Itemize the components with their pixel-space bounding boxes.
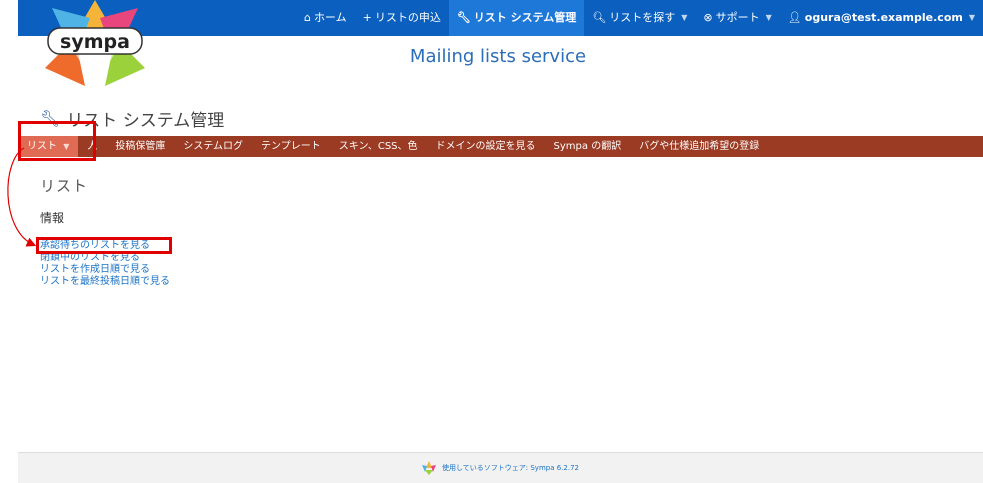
user-icon: 👤︎ (787, 11, 802, 24)
annotation-box-pending-link (36, 237, 172, 254)
nav-support[interactable]: ⊗ サポート ▼ (695, 0, 779, 36)
info-heading: 情報 (40, 211, 65, 225)
nav-search-list[interactable]: 🔍︎ リストを探す ▼ (584, 0, 695, 36)
link-lists-by-last-post[interactable]: リストを最終投稿日順で見る (40, 276, 170, 288)
service-title: Mailing lists service (409, 46, 587, 67)
tab-bug-report[interactable]: バグや仕様追加希望の登録 (630, 136, 768, 157)
tab-translation[interactable]: Sympa の翻訳 (545, 136, 631, 157)
logo-wordmark: sympa (60, 31, 130, 53)
wrench-icon: 🔧︎ (456, 11, 471, 24)
plus-icon: + (362, 11, 372, 24)
footer-software-link[interactable]: 使用しているソフトウェア: Sympa 6.2.72 (442, 463, 579, 473)
tab-skins[interactable]: スキン、CSS、色 (330, 136, 427, 157)
annotation-box-list-tab (18, 121, 96, 161)
chevron-down-icon: ▼ (765, 13, 772, 22)
section-title: リスト (40, 177, 89, 195)
nav-home[interactable]: ⌂ ホーム (296, 0, 355, 36)
nav-list-admin[interactable]: 🔧︎ リスト システム管理 (448, 0, 585, 36)
home-icon: ⌂ (303, 11, 311, 24)
search-icon: 🔍︎ (592, 11, 607, 24)
tab-templates[interactable]: テンプレート (252, 136, 330, 157)
footer: 使用しているソフトウェア: Sympa 6.2.72 (18, 452, 983, 483)
sympa-small-icon (421, 461, 436, 475)
admin-menu-bar: リスト ▼ 人 投稿保管庫 システムログ テンプレート スキン、CSS、色 ドメ… (18, 136, 983, 157)
top-navigation: ⌂ ホーム + リストの申込 🔧︎ リスト システム管理 🔍︎ リストを探す ▼… (18, 0, 983, 36)
tab-spool[interactable]: 投稿保管庫 (106, 136, 174, 157)
sympa-logo[interactable]: sympa (40, 0, 150, 88)
chevron-down-icon: ▼ (968, 13, 975, 22)
link-lists-by-creation[interactable]: リストを作成日順で見る (40, 264, 170, 276)
tab-domain-config[interactable]: ドメインの設定を見る (427, 136, 545, 157)
lifebuoy-icon: ⊗ (703, 11, 713, 24)
chevron-down-icon: ▼ (681, 13, 688, 22)
nav-user[interactable]: 👤︎ ogura@test.example.com ▼ (780, 0, 983, 36)
tab-system-log[interactable]: システムログ (174, 136, 252, 157)
nav-request-list[interactable]: + リストの申込 (355, 0, 449, 36)
